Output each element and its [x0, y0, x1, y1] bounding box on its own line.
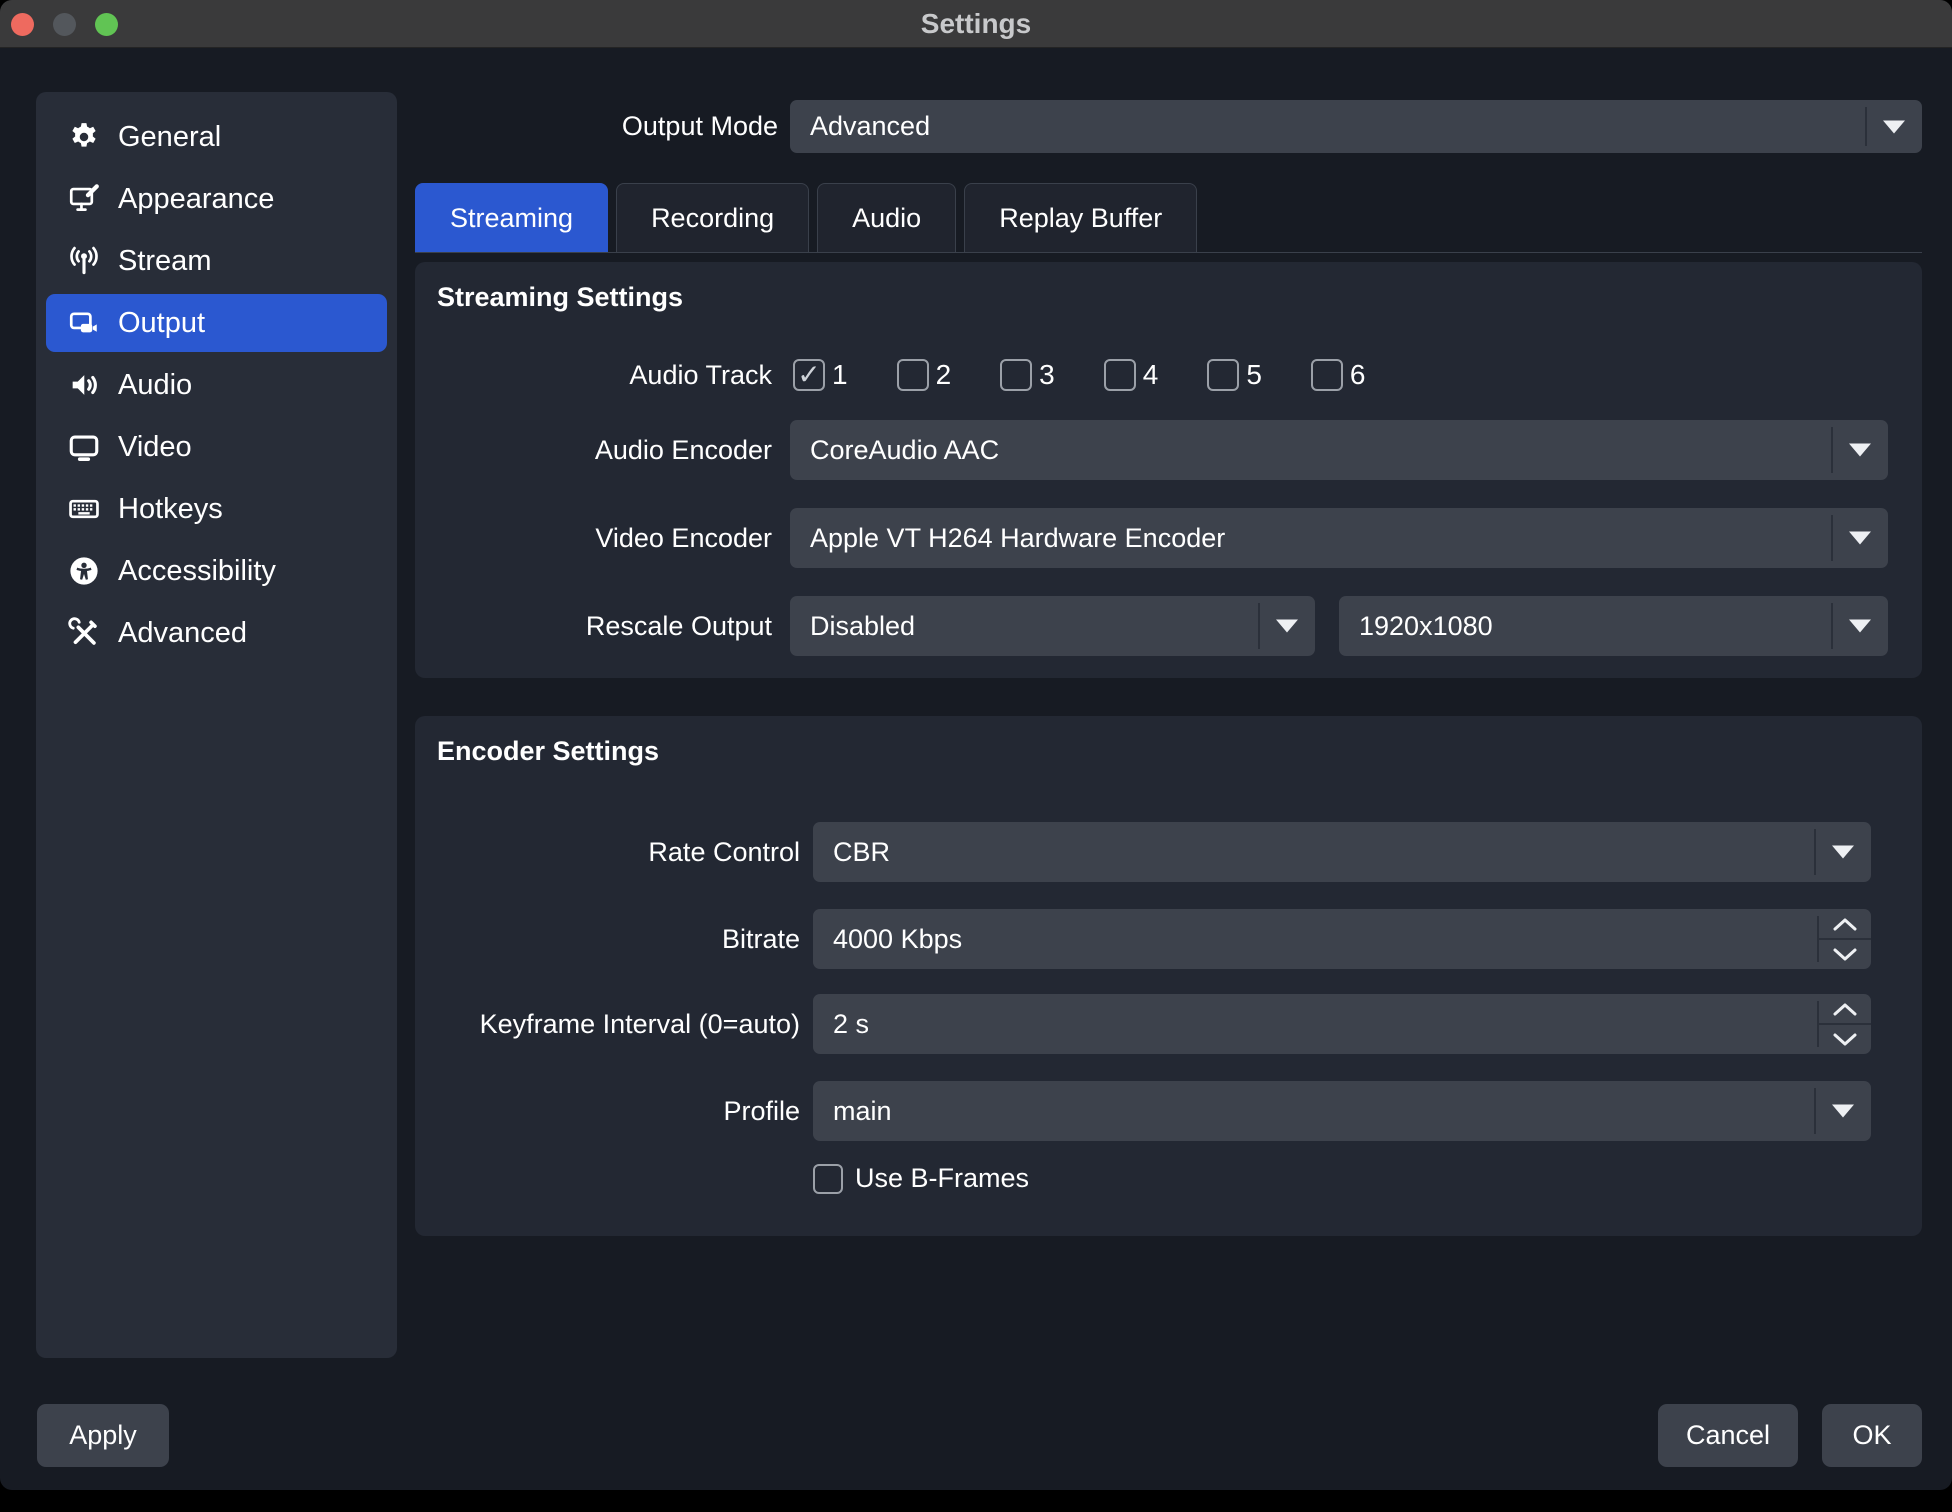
keyframe-interval-label: Keyframe Interval (0=auto)	[415, 1009, 800, 1040]
audio-encoder-value: CoreAudio AAC	[810, 435, 999, 466]
spin-down-button[interactable]	[1819, 940, 1871, 969]
sidebar-item-label: Accessibility	[118, 555, 276, 588]
tab-audio[interactable]: Audio	[817, 183, 956, 252]
audio-encoder-select[interactable]: CoreAudio AAC	[790, 420, 1888, 480]
cancel-button[interactable]: Cancel	[1658, 1404, 1798, 1467]
streaming-settings-title: Streaming Settings	[415, 262, 1922, 316]
sidebar-item-label: Output	[118, 307, 205, 340]
title-bar: Settings	[0, 0, 1952, 48]
rescale-output-value: Disabled	[810, 611, 915, 642]
tab-recording[interactable]: Recording	[616, 183, 809, 252]
audio-encoder-label: Audio Encoder	[415, 435, 772, 466]
window-title: Settings	[921, 8, 1031, 40]
output-mode-value: Advanced	[810, 111, 930, 142]
gear-icon	[64, 117, 104, 157]
rate-control-select[interactable]: CBR	[813, 822, 1871, 882]
video-encoder-label: Video Encoder	[415, 523, 772, 554]
video-encoder-select[interactable]: Apple VT H264 Hardware Encoder	[790, 508, 1888, 568]
audio-track-checkbox-4[interactable]	[1104, 359, 1136, 391]
chevron-down-icon	[1832, 1105, 1854, 1118]
spin-up-button[interactable]	[1819, 994, 1871, 1025]
output-tab-bar: Streaming Recording Audio Replay Buffer	[415, 183, 1922, 253]
rescale-output-label: Rescale Output	[415, 611, 772, 642]
sidebar-item-audio[interactable]: Audio	[46, 356, 387, 414]
bitrate-input[interactable]: 4000 Kbps	[813, 909, 1871, 969]
profile-select[interactable]: main	[813, 1081, 1871, 1141]
sidebar-item-label: Video	[118, 431, 192, 464]
chevron-down-icon	[1276, 620, 1298, 633]
keyframe-interval-value: 2 s	[833, 1009, 869, 1040]
tab-replay-buffer[interactable]: Replay Buffer	[964, 183, 1197, 252]
video-encoder-value: Apple VT H264 Hardware Encoder	[810, 523, 1225, 554]
settings-sidebar: General Appearance Stream Output Audio	[36, 92, 397, 1358]
close-button[interactable]	[11, 13, 34, 36]
rescale-output-select[interactable]: Disabled	[790, 596, 1315, 656]
chevron-down-icon	[1849, 532, 1871, 545]
zoom-button[interactable]	[95, 13, 118, 36]
sidebar-item-label: Appearance	[118, 183, 274, 216]
output-icon	[64, 303, 104, 343]
spin-down-button[interactable]	[1819, 1025, 1871, 1054]
video-icon	[64, 427, 104, 467]
apply-button[interactable]: Apply	[37, 1404, 169, 1467]
audio-track-checkbox-6[interactable]	[1311, 359, 1343, 391]
rate-control-label: Rate Control	[415, 837, 800, 868]
traffic-lights	[11, 0, 118, 48]
keyboard-icon	[64, 489, 104, 529]
audio-icon	[64, 365, 104, 405]
audio-track-label: Audio Track	[415, 360, 772, 391]
sidebar-item-general[interactable]: General	[46, 108, 387, 166]
spin-up-button[interactable]	[1819, 909, 1871, 940]
profile-label: Profile	[415, 1096, 800, 1127]
audio-track-checkbox-3[interactable]	[1000, 359, 1032, 391]
rescale-resolution-value: 1920x1080	[1359, 611, 1493, 642]
bitrate-value: 4000 Kbps	[833, 924, 962, 955]
sidebar-item-appearance[interactable]: Appearance	[46, 170, 387, 228]
chevron-down-icon	[1883, 120, 1905, 133]
advanced-icon	[64, 613, 104, 653]
chevron-down-icon	[1849, 444, 1871, 457]
audio-track-checkbox-2[interactable]	[897, 359, 929, 391]
stream-icon	[64, 241, 104, 281]
audio-track-checkbox-5[interactable]	[1207, 359, 1239, 391]
sidebar-item-video[interactable]: Video	[46, 418, 387, 476]
appearance-icon	[64, 179, 104, 219]
sidebar-item-output[interactable]: Output	[46, 294, 387, 352]
sidebar-item-hotkeys[interactable]: Hotkeys	[46, 480, 387, 538]
encoder-settings-group: Encoder Settings Rate Control CBR Bitrat…	[415, 716, 1922, 1236]
sidebar-item-label: Audio	[118, 369, 192, 402]
sidebar-item-label: Advanced	[118, 617, 247, 650]
profile-value: main	[833, 1096, 892, 1127]
use-bframes-checkbox[interactable]	[813, 1164, 843, 1194]
bitrate-label: Bitrate	[415, 924, 800, 955]
audio-track-checkbox-1[interactable]	[793, 359, 825, 391]
tab-streaming[interactable]: Streaming	[415, 183, 608, 252]
audio-track-group: 1 2 3 4 5 6	[793, 359, 1365, 391]
sidebar-item-label: Stream	[118, 245, 211, 278]
settings-window: Settings General Appearance Stream Outp	[0, 0, 1952, 1490]
encoder-settings-title: Encoder Settings	[415, 716, 1922, 770]
output-mode-label: Output Mode	[415, 111, 778, 142]
use-bframes-label: Use B-Frames	[855, 1163, 1029, 1194]
rate-control-value: CBR	[833, 837, 890, 868]
sidebar-item-stream[interactable]: Stream	[46, 232, 387, 290]
output-mode-select[interactable]: Advanced	[790, 100, 1922, 153]
streaming-settings-group: Streaming Settings Audio Track 1 2 3 4 5…	[415, 262, 1922, 678]
sidebar-item-label: Hotkeys	[118, 493, 223, 526]
accessibility-icon	[64, 551, 104, 591]
chevron-down-icon	[1849, 620, 1871, 633]
sidebar-item-label: General	[118, 121, 221, 154]
minimize-button[interactable]	[53, 13, 76, 36]
sidebar-item-accessibility[interactable]: Accessibility	[46, 542, 387, 600]
chevron-down-icon	[1832, 846, 1854, 859]
ok-button[interactable]: OK	[1822, 1404, 1922, 1467]
keyframe-interval-input[interactable]: 2 s	[813, 994, 1871, 1054]
rescale-resolution-select[interactable]: 1920x1080	[1339, 596, 1888, 656]
sidebar-item-advanced[interactable]: Advanced	[46, 604, 387, 662]
